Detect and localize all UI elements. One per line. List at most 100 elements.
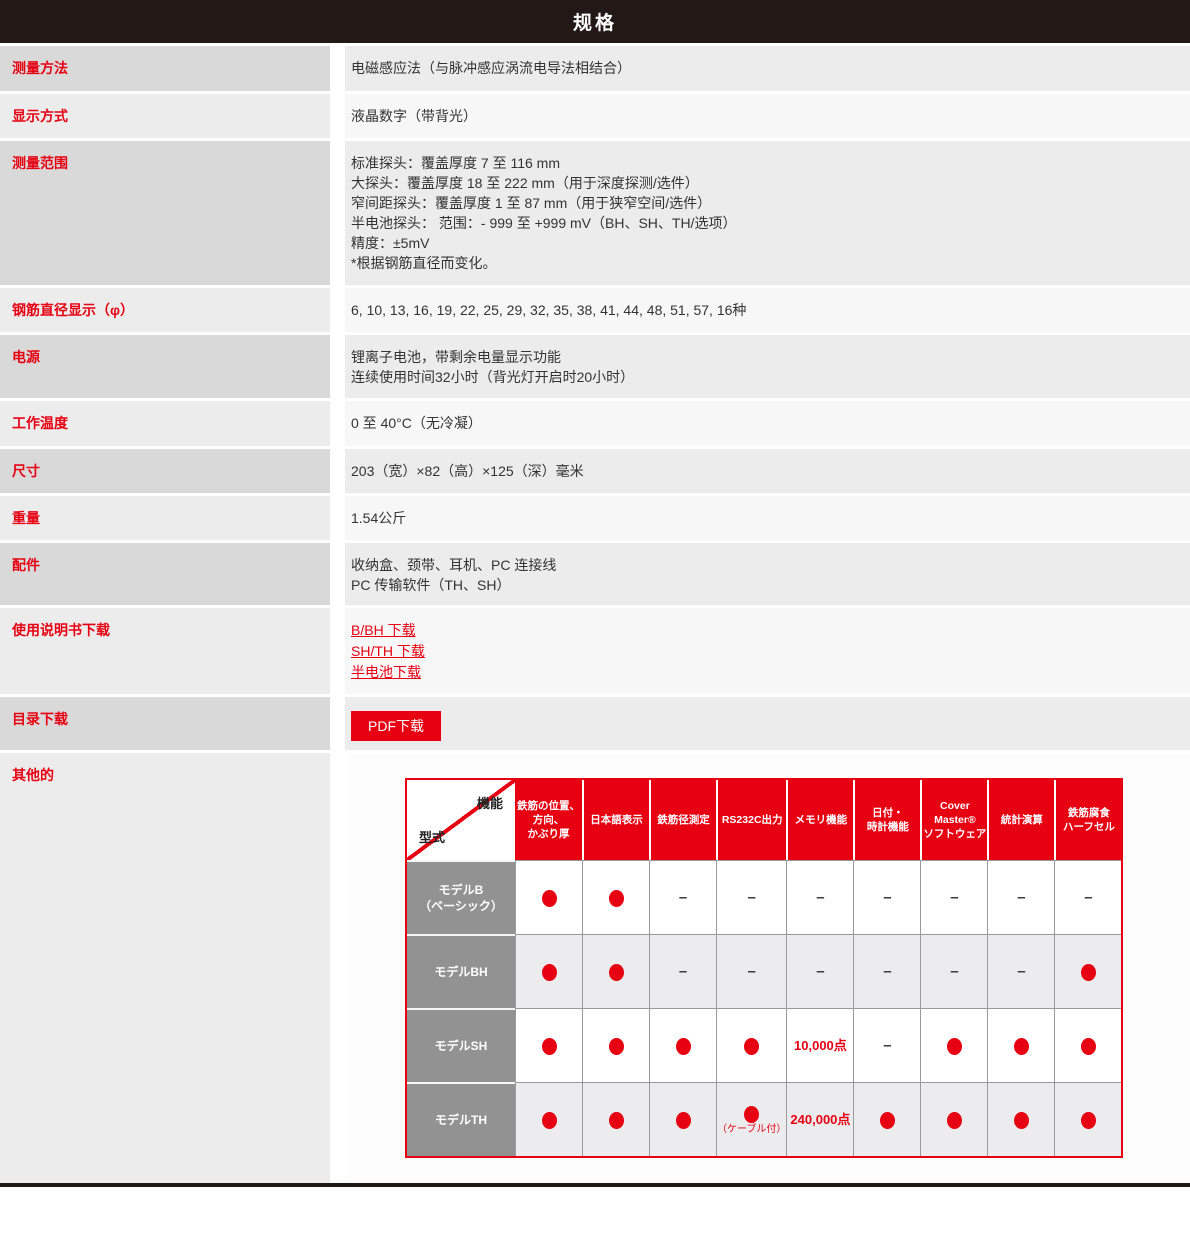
feature-dot-icon [609,1038,624,1055]
feature-cell [582,934,649,1008]
feature-matrix: 機能型式鉄筋の位置、方向、かぶり厚日本語表示鉄筋径測定RS232C出力メモリ機能… [405,778,1178,1158]
spec-row-value: 0 至 40°C（无冷凝） [345,401,1190,446]
spec-value-line: *根据钢筋直径而变化。 [351,253,1178,273]
spec-row-label: 工作温度 [0,401,330,446]
model-row-label: モデルBH [407,934,515,1008]
feature-dot-icon [1014,1038,1029,1055]
bottom-divider [0,1183,1190,1187]
matrix-row: モデルB（ベーシック）––––––– [407,860,1121,934]
feature-dot-icon [1081,1038,1096,1055]
feature-dot-icon [1081,1112,1096,1129]
spec-value-line: 连续使用时间32小时（背光灯开启时20小时） [351,367,1178,387]
feature-column-header: RS232C出力 [716,780,786,860]
feature-dot-icon [676,1112,691,1129]
feature-dot-icon [1081,964,1096,981]
feature-dash: – [950,889,958,906]
spec-row: 目录下载 PDF下载 [0,697,1190,750]
feature-dot-icon [542,964,557,981]
spec-row: 电源锂离子电池，带剩余电量显示功能连续使用时间32小时（背光灯开启时20小时） [0,335,1190,398]
feature-cell: – [1054,860,1121,934]
spec-value-line: 1.54公斤 [351,508,1178,528]
feature-cell [582,1008,649,1082]
feature-dot-icon [744,1038,759,1055]
spec-row-label: 目录下载 [0,697,330,750]
spec-row-value: 機能型式鉄筋の位置、方向、かぶり厚日本語表示鉄筋径測定RS232C出力メモリ機能… [345,753,1190,1183]
feature-dot-icon [676,1038,691,1055]
spec-row-label: 使用说明书下载 [0,608,330,694]
spec-row: 测量方法 电磁感应法（与脉冲感应涡流电导法相结合） [0,46,1190,91]
download-link[interactable]: 半电池下载 [351,662,421,683]
spec-row: 配件收纳盒、颈带、耳机、PC 连接线PC 传输软件（TH、SH） [0,543,1190,605]
spec-row-label: 测量方法 [0,46,330,91]
spec-row-value: 6, 10, 13, 16, 19, 22, 25, 29, 32, 35, 3… [345,288,1190,332]
feature-column-header: 統計演算 [987,780,1054,860]
spec-row-value: B/BH 下载SH/TH 下载半电池下载 [345,608,1190,694]
spec-row-label: 尺寸 [0,449,330,493]
feature-cell [515,1082,582,1156]
spec-row-label: 配件 [0,543,330,605]
feature-dash: – [748,963,756,980]
model-row-label: モデルTH [407,1082,515,1156]
feature-cell [582,1082,649,1156]
download-link[interactable]: B/BH 下载 [351,620,416,641]
feature-matrix-table: 機能型式鉄筋の位置、方向、かぶり厚日本語表示鉄筋径測定RS232C出力メモリ機能… [405,778,1123,1158]
feature-cell [1054,1008,1121,1082]
matrix-row: モデルSH 10,000点– [407,1008,1121,1082]
matrix-corner-cell: 機能型式 [407,780,515,860]
feature-dot-icon [947,1112,962,1129]
spec-row-value: 液晶数字（带背光） [345,94,1190,138]
spec-value-line: PC 传输软件（TH、SH） [351,575,1178,595]
page-title: 规格 [573,8,617,35]
spec-row: 钢筋直径显示（φ）6, 10, 13, 16, 19, 22, 25, 29, … [0,288,1190,332]
feature-cell [853,1082,920,1156]
spec-row-label: 其他的 [0,753,330,1183]
feature-cell [1054,934,1121,1008]
feature-cell: – [853,934,920,1008]
feature-dash: – [950,963,958,980]
feature-cell: （ケーブル付） [716,1082,786,1156]
download-link[interactable]: SH/TH 下载 [351,641,425,662]
pdf-download-button[interactable]: PDF下载 [351,711,441,741]
feature-cell: 240,000点 [786,1082,853,1156]
feature-cell-value: 240,000点 [790,1112,850,1127]
feature-dash: – [1017,889,1025,906]
feature-cell: – [786,934,853,1008]
model-row-label: モデルSH [407,1008,515,1082]
feature-cell: – [716,934,786,1008]
feature-cell [515,934,582,1008]
spec-value-line: 半电池探头： 范围：- 999 至 +999 mV（BH、SH、TH/选项） [351,213,1178,233]
feature-dot-icon [947,1038,962,1055]
spec-row-value: 203（宽）×82（高）×125（深）毫米 [345,449,1190,493]
spec-value-line: 标准探头：覆盖厚度 7 至 116 mm [351,153,1178,173]
feature-cell: – [853,860,920,934]
feature-dot-icon [542,890,557,907]
feature-cell [1054,1082,1121,1156]
feature-dot-icon [609,964,624,981]
spec-row-value: 锂离子电池，带剩余电量显示功能连续使用时间32小时（背光灯开启时20小时） [345,335,1190,398]
spec-row: 重量1.54公斤 [0,496,1190,540]
feature-cell [515,1008,582,1082]
spec-page: 规格 测量方法电磁感应法（与脉冲感应涡流电导法相结合）显示方式液晶数字（带背光）… [0,0,1190,1187]
feature-cell [987,1082,1054,1156]
feature-cell: – [649,934,716,1008]
feature-dash: – [816,889,824,906]
feature-dash: – [883,889,891,906]
feature-cell: 10,000点 [786,1008,853,1082]
spec-header: 规格 [0,0,1190,43]
matrix-row: モデルBH–––––– [407,934,1121,1008]
feature-cell: – [853,1008,920,1082]
feature-dot-icon [1014,1112,1029,1129]
feature-dot-icon [880,1112,895,1129]
feature-cell [920,1082,987,1156]
feature-dash: – [679,889,687,906]
feature-dot-icon [609,890,624,907]
matrix-header-row: 機能型式鉄筋の位置、方向、かぶり厚日本語表示鉄筋径測定RS232C出力メモリ機能… [407,780,1121,860]
spec-table: 测量方法电磁感应法（与脉冲感应涡流电导法相结合）显示方式液晶数字（带背光）测量范… [0,46,1190,1183]
feature-column-header: 鉄筋の位置、方向、かぶり厚 [515,780,582,860]
feature-cell [515,860,582,934]
spec-value-line: 电磁感应法（与脉冲感应涡流电导法相结合） [351,58,1178,78]
spec-value-line: 液晶数字（带背光） [351,106,1178,126]
spec-row: 尺寸 203（宽）×82（高）×125（深）毫米 [0,449,1190,493]
feature-cell: – [920,860,987,934]
spec-row-value: PDF下载 [345,697,1190,750]
